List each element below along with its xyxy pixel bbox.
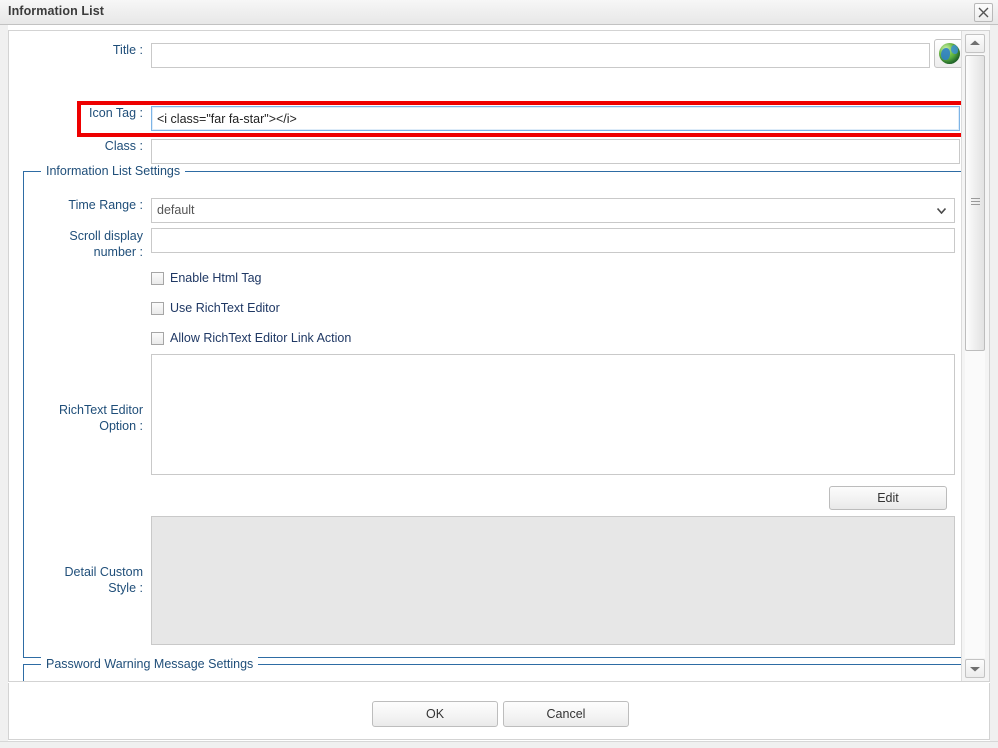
- dialog-title: Information List: [8, 4, 105, 18]
- window-bottom-edge: [0, 741, 998, 748]
- class-field-row: Class :: [9, 139, 960, 164]
- content-scrollbar[interactable]: [961, 31, 989, 681]
- cancel-button[interactable]: Cancel: [503, 701, 629, 727]
- scrollbar-up-button[interactable]: [965, 34, 985, 53]
- time-range-label: Time Range :: [68, 198, 143, 212]
- icon-tag-input[interactable]: [151, 106, 960, 131]
- icon-tag-field-row: Icon Tag :: [9, 106, 960, 131]
- scroll-down-arrow-icon: [970, 667, 980, 672]
- enable-html-tag-checkbox-row[interactable]: Enable Html Tag: [151, 271, 262, 285]
- chevron-down-icon: [937, 208, 946, 214]
- icon-tag-label: Icon Tag :: [89, 106, 143, 120]
- information-list-settings-legend: Information List Settings: [41, 164, 186, 178]
- password-warning-message-settings-legend: Password Warning Message Settings: [41, 657, 259, 671]
- time-range-select[interactable]: default: [151, 198, 955, 223]
- title-label: Title :: [112, 43, 143, 57]
- globe-picker-button[interactable]: [934, 39, 961, 68]
- scroll-display-number-row: Scroll display number :: [24, 228, 955, 260]
- scrollbar-down-button[interactable]: [965, 659, 985, 678]
- detail-custom-style-label: Detail Custom Style :: [64, 565, 144, 595]
- use-richtext-editor-label: Use RichText Editor: [170, 301, 280, 315]
- window-left-edge: [0, 25, 8, 748]
- time-range-row: Time Range : default: [24, 198, 955, 223]
- detail-custom-style-textarea[interactable]: [151, 516, 955, 645]
- title-input[interactable]: [151, 43, 930, 68]
- richtext-editor-option-row: RichText Editor Option :: [24, 354, 955, 475]
- dialog-body: Title : Icon Tag : Class : Information L…: [8, 30, 990, 682]
- enable-html-tag-checkbox[interactable]: [151, 271, 164, 285]
- scroll-display-number-label: Scroll display number :: [69, 229, 143, 259]
- dialog-titlebar: Information List: [0, 0, 998, 25]
- detail-custom-style-row: Detail Custom Style :: [24, 516, 955, 645]
- richtext-editor-option-textarea[interactable]: [151, 354, 955, 475]
- allow-richtext-link-action-label: Allow RichText Editor Link Action: [170, 331, 352, 345]
- allow-richtext-link-action-checkbox[interactable]: [151, 331, 164, 345]
- ok-button[interactable]: OK: [372, 701, 498, 727]
- allow-richtext-link-action-checkbox-row[interactable]: Allow RichText Editor Link Action: [151, 331, 351, 345]
- globe-icon: [939, 43, 960, 64]
- time-range-selected-value: default: [157, 203, 195, 217]
- close-button[interactable]: [974, 3, 993, 22]
- scrollbar-thumb[interactable]: [965, 55, 985, 351]
- close-icon: [978, 7, 989, 18]
- richtext-editor-option-label: RichText Editor Option :: [58, 403, 143, 433]
- scroll-display-number-input[interactable]: [151, 228, 955, 253]
- edit-button[interactable]: Edit: [829, 486, 947, 510]
- use-richtext-editor-checkbox[interactable]: [151, 301, 164, 315]
- password-warning-message-settings-fieldset: Password Warning Message Settings: [23, 657, 961, 681]
- class-input[interactable]: [151, 139, 960, 164]
- scroll-up-arrow-icon: [970, 40, 980, 45]
- class-label: Class :: [104, 139, 143, 153]
- window-right-edge: [990, 25, 998, 748]
- information-list-settings-fieldset: Information List Settings Time Range : d…: [23, 164, 961, 658]
- use-richtext-editor-checkbox-row[interactable]: Use RichText Editor: [151, 301, 280, 315]
- dialog-footer: OK Cancel: [8, 683, 990, 740]
- title-field-row: Title :: [9, 43, 930, 68]
- dialog-content-pane: Title : Icon Tag : Class : Information L…: [9, 31, 961, 681]
- scrollbar-grip-icon: [971, 198, 980, 207]
- information-list-dialog: Information List Title : Icon Tag : <i c…: [0, 0, 998, 748]
- enable-html-tag-label: Enable Html Tag: [170, 271, 262, 285]
